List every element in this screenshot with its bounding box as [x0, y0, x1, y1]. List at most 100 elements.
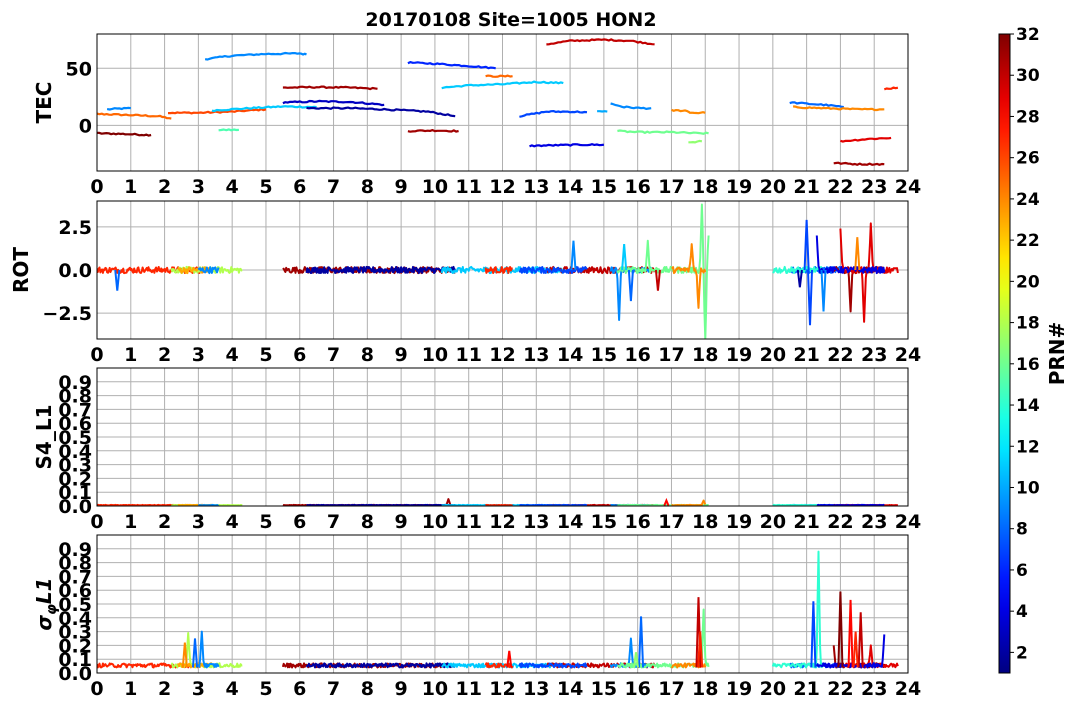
x-tick-label: 19: [726, 344, 752, 366]
x-tick-label: 10: [422, 678, 448, 700]
tec-series-prn-25: [485, 74, 513, 78]
x-tick-label: 14: [557, 344, 583, 366]
y-axis-label: ROT: [9, 247, 33, 293]
x-tick-label: 15: [591, 678, 617, 700]
colorbar-tick-label: 8: [1016, 520, 1028, 540]
y-axis-label: TEC: [32, 82, 56, 124]
panel-1: 0 1 2 3 4 5 6 7 8 9 10 11 12 13 14 15 16 17 18 19 20 21 22 23 24…: [9, 200, 921, 366]
x-tick-label: 19: [726, 678, 752, 700]
x-tick-label: 18: [692, 678, 718, 700]
x-tick-label: 6: [293, 344, 306, 366]
tec-series-prn-32: [97, 131, 152, 137]
x-tick-label: 22: [827, 678, 853, 700]
x-tick-label: 1: [124, 511, 137, 533]
x-tick-label: 4: [226, 511, 239, 533]
panel-data-2: [97, 497, 899, 506]
x-tick-label: 2: [158, 176, 171, 198]
x-tick-label: 11: [455, 176, 481, 198]
x-tick-label: 16: [624, 344, 650, 366]
x-tick-label: 7: [327, 176, 340, 198]
tec-series-prn-30: [546, 38, 655, 46]
x-tick-label: 22: [827, 511, 853, 533]
panels: 0 1 2 3 4 5 6 7 8 9 10 11 12 13 14 15 16 17 18 19 20 21 22 23 24…: [9, 33, 921, 700]
colorbar-tick-label: 10: [1016, 478, 1040, 498]
y-tick-label: 0.9: [58, 539, 92, 561]
colorbar-tick-label: 20: [1016, 272, 1040, 292]
x-tick-label: 20: [760, 678, 786, 700]
x-tick-label: 23: [861, 678, 887, 700]
tec-series-prn-2: [306, 106, 456, 118]
x-tick-label: 9: [395, 344, 408, 366]
x-tick-label: 12: [489, 344, 515, 366]
panel-data-3: [97, 550, 899, 669]
x-tick-label: 0: [90, 678, 103, 700]
series-prn-27: [485, 503, 514, 506]
series-prn-18: [171, 632, 243, 669]
x-tick-label: 4: [226, 678, 239, 700]
x-tick-label: 4: [226, 176, 239, 198]
colorbar-tick-label: 26: [1016, 149, 1040, 169]
x-tick-label: 14: [557, 176, 583, 198]
x-tick-label: 0: [90, 511, 103, 533]
x-tick-label: 20: [760, 511, 786, 533]
x-tick-label: 8: [361, 678, 374, 700]
x-tick-label: 23: [861, 176, 887, 198]
panel-0: 0 1 2 3 4 5 6 7 8 9 10 11 12 13 14 15 16 17 18 19 20 21 22 23 24…: [32, 33, 921, 198]
x-tick-label: 4: [226, 344, 239, 366]
x-tick-label: 8: [361, 511, 374, 533]
x-tick-label: 11: [455, 678, 481, 700]
series-prn-2: [306, 503, 456, 506]
x-tick-label: 17: [658, 344, 684, 366]
x-tick-label: 9: [395, 678, 408, 700]
x-tick-label: 15: [591, 344, 617, 366]
spike-prn-8: [191, 638, 199, 668]
x-tick-label: 3: [192, 511, 205, 533]
colorbar: 2468101214161820222426283032PRN#: [998, 25, 1069, 674]
x-tick-label: 5: [259, 511, 272, 533]
x-tick-label: 15: [591, 511, 617, 533]
x-tick-label: 1: [124, 678, 137, 700]
y-axis-label: S4_L1: [32, 405, 56, 470]
spike-prn-8: [638, 616, 645, 668]
x-tick-label: 1: [124, 176, 137, 198]
series-prn-14: [771, 550, 824, 669]
x-tick-label: 19: [726, 511, 752, 533]
colorbar-tick-label: 6: [1016, 561, 1028, 581]
tec-series-prn-7: [519, 109, 588, 118]
x-tick-label: 6: [293, 678, 306, 700]
x-tick-label: 3: [192, 176, 205, 198]
colorbar-tick-label: 28: [1016, 107, 1040, 127]
x-tick-label: 18: [692, 511, 718, 533]
y-tick-label: 0.0: [58, 260, 92, 282]
x-tick-label: 11: [455, 344, 481, 366]
panel-3: 0 1 2 3 4 5 6 7 8 9 10 11 12 13 14 15 16 17 18 19 20 21 22 23 24…: [32, 534, 921, 700]
colorbar-tick-label: 18: [1016, 314, 1040, 334]
x-tick-label: 16: [624, 511, 650, 533]
spike-prn-24: [854, 237, 861, 271]
x-tick-label: 12: [489, 176, 515, 198]
chart-title: 20170108 Site=1005 HON2: [365, 9, 656, 31]
x-tick-label: 13: [523, 511, 549, 533]
x-tick-label: 18: [692, 176, 718, 198]
x-tick-label: 23: [861, 344, 887, 366]
x-tick-label: 22: [827, 344, 853, 366]
x-tick-label: 0: [90, 344, 103, 366]
x-tick-label: 3: [192, 344, 205, 366]
x-tick-label: 10: [422, 176, 448, 198]
colorbar-label: PRN#: [1045, 322, 1069, 386]
y-axis-label: σφL1: [32, 577, 60, 630]
x-tick-label: 12: [489, 511, 515, 533]
x-tick-label: 8: [361, 176, 374, 198]
spike-prn-28: [847, 599, 854, 668]
x-tick-label: 16: [624, 678, 650, 700]
x-tick-label: 3: [192, 678, 205, 700]
x-tick-label: 2: [158, 511, 171, 533]
x-tick-label: 8: [361, 344, 374, 366]
x-tick-label: 19: [726, 176, 752, 198]
spike-prn-7: [810, 601, 817, 668]
colorbar-gradient: [998, 33, 1011, 674]
x-tick-label: 16: [624, 176, 650, 198]
tec-series-prn-24: [671, 108, 706, 115]
series-prn-9: [198, 503, 220, 506]
series-prn-4: [816, 503, 885, 506]
